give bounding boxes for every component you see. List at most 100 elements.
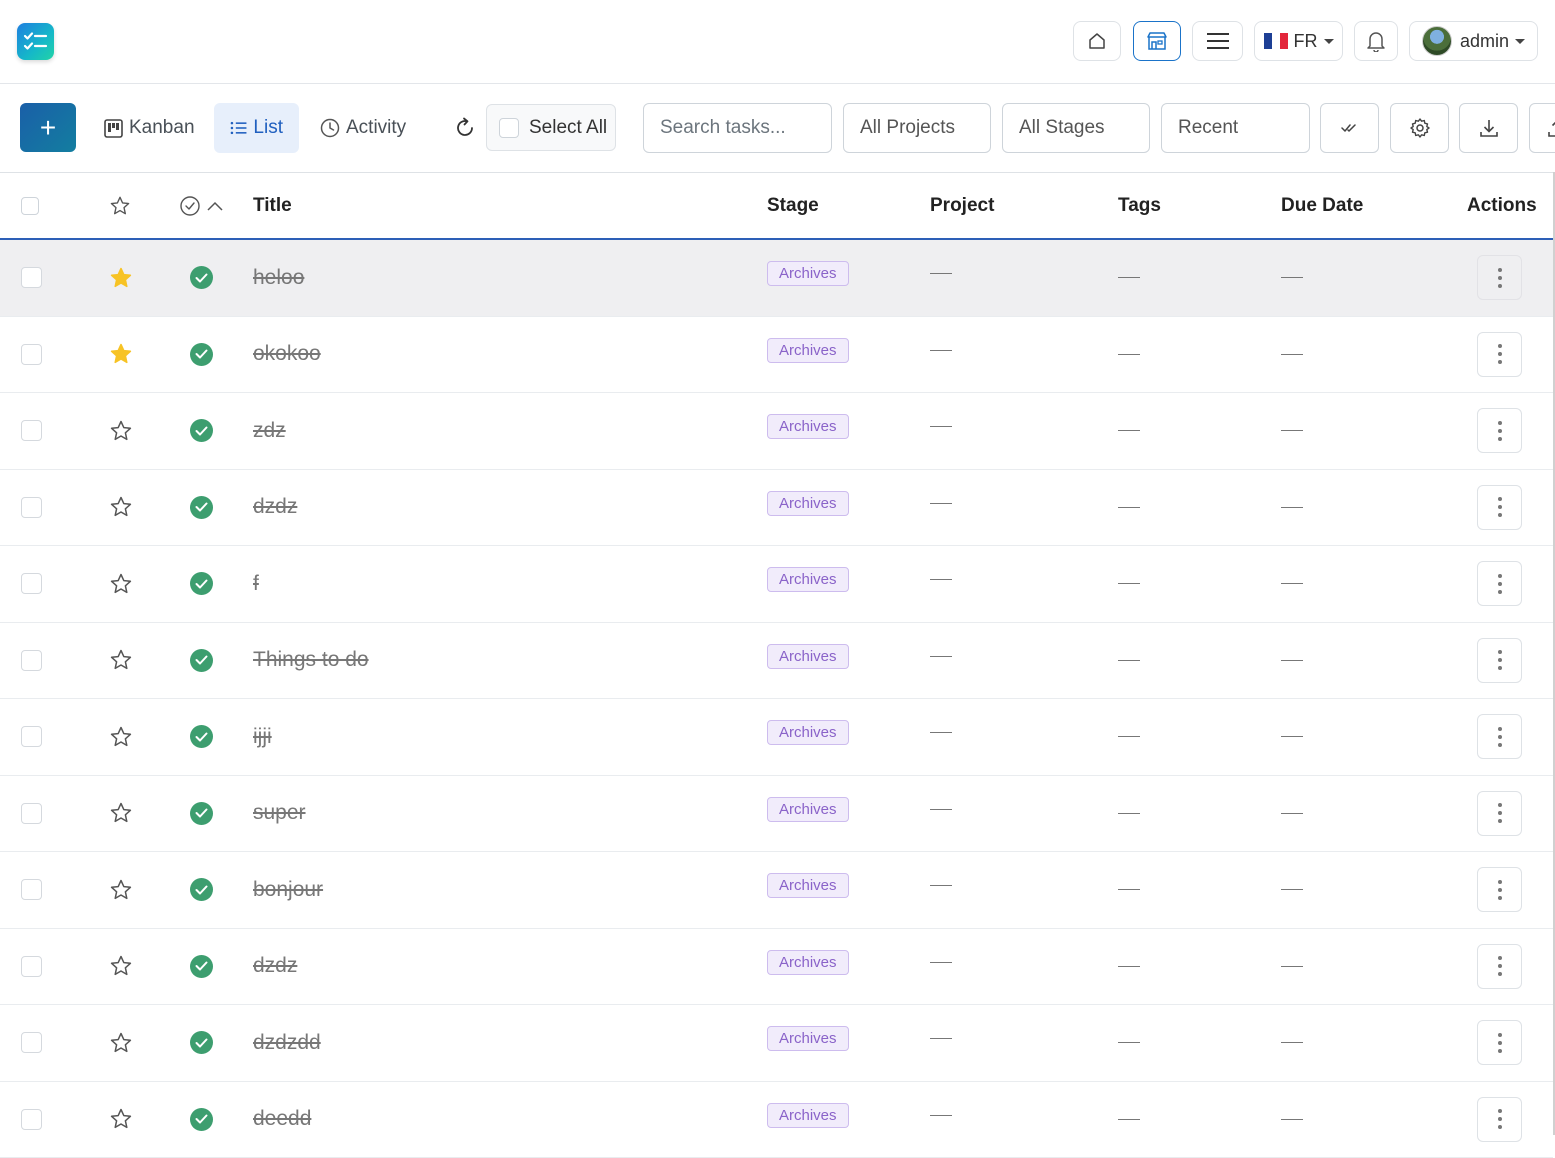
column-title[interactable]: Title: [253, 173, 292, 239]
header-status-sort[interactable]: [179, 173, 224, 239]
favorite-toggle[interactable]: [109, 776, 133, 852]
favorite-toggle[interactable]: [109, 1005, 133, 1081]
more-actions-button[interactable]: [1477, 1097, 1522, 1142]
upload-button[interactable]: [1529, 103, 1555, 153]
notifications-button[interactable]: [1354, 21, 1398, 61]
row-checkbox[interactable]: [21, 420, 42, 441]
table-row[interactable]: dzdzArchives: [0, 470, 1553, 547]
status-toggle[interactable]: [190, 546, 213, 622]
task-title[interactable]: ijji: [253, 699, 272, 775]
more-actions-button[interactable]: [1477, 485, 1522, 530]
tab-list[interactable]: List: [214, 103, 299, 153]
column-stage[interactable]: Stage: [767, 173, 819, 239]
row-checkbox[interactable]: [21, 267, 42, 288]
column-due-date[interactable]: Due Date: [1281, 173, 1363, 239]
status-toggle[interactable]: [190, 699, 213, 775]
favorite-toggle[interactable]: [109, 699, 133, 775]
row-actions[interactable]: [1477, 470, 1522, 546]
row-checkbox[interactable]: [21, 1109, 42, 1130]
task-title[interactable]: deedd: [253, 1082, 311, 1158]
column-project[interactable]: Project: [930, 173, 994, 239]
menu-button[interactable]: [1192, 21, 1243, 61]
task-title[interactable]: dzdz: [253, 470, 297, 546]
table-row[interactable]: dzdzddArchives: [0, 1005, 1553, 1082]
status-toggle[interactable]: [190, 623, 213, 699]
row-actions[interactable]: [1477, 623, 1522, 699]
row-checkbox[interactable]: [21, 879, 42, 900]
more-actions-button[interactable]: [1477, 332, 1522, 377]
header-select-checkbox[interactable]: [21, 173, 39, 239]
user-menu[interactable]: admin: [1409, 21, 1538, 61]
table-row[interactable]: fArchives: [0, 546, 1553, 623]
row-actions[interactable]: [1477, 699, 1522, 775]
table-row[interactable]: deeddArchives: [0, 1082, 1553, 1158]
favorite-toggle[interactable]: [109, 546, 133, 622]
header-favorite[interactable]: [109, 173, 131, 239]
favorite-toggle[interactable]: [109, 240, 133, 316]
project-filter-select[interactable]: All Projects: [843, 103, 991, 153]
task-title[interactable]: Things to do: [253, 623, 369, 699]
sort-select[interactable]: Recent: [1161, 103, 1310, 153]
table-row[interactable]: helooArchives: [0, 240, 1553, 317]
favorite-toggle[interactable]: [109, 393, 133, 469]
task-title[interactable]: okokoo: [253, 317, 321, 393]
mark-done-button[interactable]: [1320, 103, 1379, 153]
task-title[interactable]: zdz: [253, 393, 286, 469]
row-checkbox[interactable]: [21, 573, 42, 594]
tab-kanban[interactable]: Kanban: [88, 103, 211, 153]
favorite-toggle[interactable]: [109, 623, 133, 699]
status-toggle[interactable]: [190, 776, 213, 852]
row-select[interactable]: [21, 317, 42, 393]
row-checkbox[interactable]: [21, 1032, 42, 1053]
task-title[interactable]: f: [253, 546, 259, 622]
favorite-toggle[interactable]: [109, 929, 133, 1005]
row-select[interactable]: [21, 1082, 42, 1158]
row-select[interactable]: [21, 929, 42, 1005]
row-actions[interactable]: [1477, 1082, 1522, 1158]
tab-activity[interactable]: Activity: [304, 103, 422, 153]
row-actions[interactable]: [1477, 776, 1522, 852]
favorite-toggle[interactable]: [109, 470, 133, 546]
task-title[interactable]: bonjour: [253, 852, 323, 928]
favorite-toggle[interactable]: [109, 1082, 133, 1158]
favorite-toggle[interactable]: [109, 317, 133, 393]
table-row[interactable]: dzdzArchives: [0, 929, 1553, 1006]
row-actions[interactable]: [1477, 852, 1522, 928]
status-toggle[interactable]: [190, 393, 213, 469]
more-actions-button[interactable]: [1477, 1020, 1522, 1065]
row-select[interactable]: [21, 623, 42, 699]
task-title[interactable]: dzdz: [253, 929, 297, 1005]
status-toggle[interactable]: [190, 1082, 213, 1158]
table-row[interactable]: superArchives: [0, 776, 1553, 853]
table-row[interactable]: zdzArchives: [0, 393, 1553, 470]
more-actions-button[interactable]: [1477, 944, 1522, 989]
row-actions[interactable]: [1477, 1005, 1522, 1081]
more-actions-button[interactable]: [1477, 791, 1522, 836]
column-tags[interactable]: Tags: [1118, 173, 1161, 239]
row-actions[interactable]: [1477, 929, 1522, 1005]
more-actions-button[interactable]: [1477, 255, 1522, 300]
more-actions-button[interactable]: [1477, 408, 1522, 453]
status-toggle[interactable]: [190, 1005, 213, 1081]
row-select[interactable]: [21, 852, 42, 928]
table-row[interactable]: bonjourArchives: [0, 852, 1553, 929]
refresh-icon[interactable]: [452, 115, 478, 141]
row-select[interactable]: [21, 546, 42, 622]
row-select[interactable]: [21, 1005, 42, 1081]
select-all-toggle[interactable]: Select All: [486, 104, 616, 151]
table-row[interactable]: ijjiArchives: [0, 699, 1553, 776]
row-actions[interactable]: [1477, 393, 1522, 469]
favorite-toggle[interactable]: [109, 852, 133, 928]
row-select[interactable]: [21, 699, 42, 775]
row-actions[interactable]: [1477, 546, 1522, 622]
status-toggle[interactable]: [190, 852, 213, 928]
stage-filter-select[interactable]: All Stages: [1002, 103, 1150, 153]
download-button[interactable]: [1459, 103, 1518, 153]
row-checkbox[interactable]: [21, 344, 42, 365]
table-row[interactable]: Things to doArchives: [0, 623, 1553, 700]
store-button[interactable]: [1133, 21, 1181, 61]
more-actions-button[interactable]: [1477, 638, 1522, 683]
status-toggle[interactable]: [190, 470, 213, 546]
header-checkbox[interactable]: [21, 197, 39, 215]
more-actions-button[interactable]: [1477, 714, 1522, 759]
